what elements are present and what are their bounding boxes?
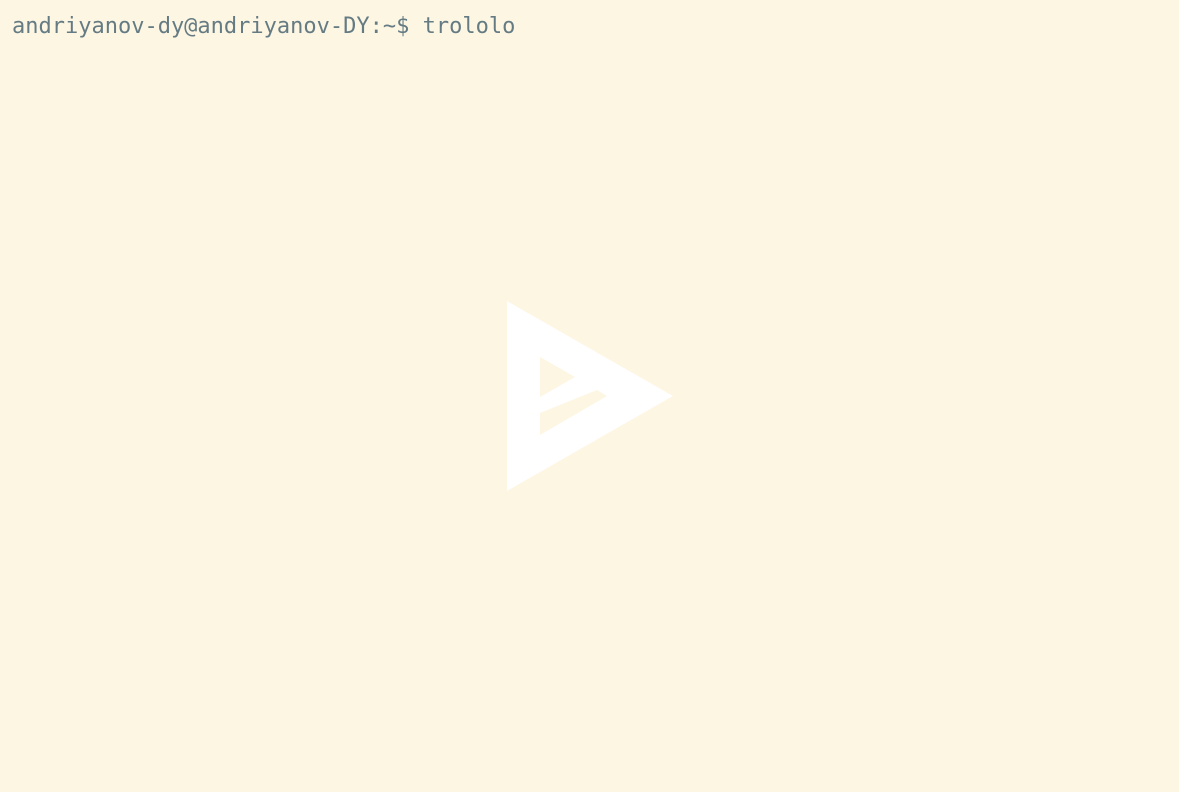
shell-prompt: andriyanov-dy@andriyanov-DY:~$ [12,14,423,39]
terminal-line: andriyanov-dy@andriyanov-DY:~$ trololo [12,12,1167,42]
typed-command: trololo [422,14,516,39]
play-button[interactable] [505,299,675,494]
asciinema-play-icon [507,301,673,491]
